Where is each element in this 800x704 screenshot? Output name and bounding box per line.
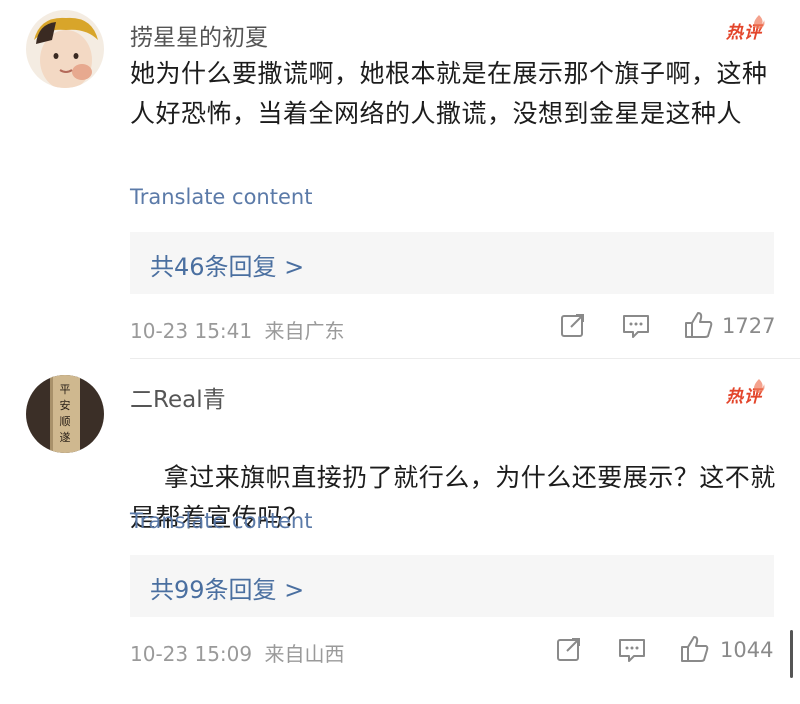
like-button[interactable] bbox=[684, 311, 714, 343]
share-button[interactable] bbox=[560, 312, 586, 342]
hot-comment-badge: 热评 bbox=[722, 378, 768, 410]
comment-icon bbox=[623, 315, 649, 338]
replies-button[interactable]: 共46条回复 > bbox=[130, 232, 774, 294]
like-icon bbox=[685, 312, 713, 338]
replies-button[interactable]: 共99条回复 > bbox=[130, 555, 774, 617]
svg-text:顺: 顺 bbox=[60, 415, 71, 428]
username[interactable]: 二Real青 bbox=[130, 380, 226, 414]
scrollbar[interactable] bbox=[790, 630, 793, 678]
share-icon bbox=[561, 314, 584, 337]
translate-link[interactable]: Translate content bbox=[130, 185, 312, 209]
svg-text:安: 安 bbox=[60, 398, 71, 412]
comment-button[interactable] bbox=[618, 637, 646, 667]
username[interactable]: 捞星星的初夏 bbox=[130, 18, 268, 52]
translate-link[interactable]: Translate content bbox=[130, 509, 312, 533]
location: 来自广东 bbox=[264, 319, 345, 343]
comment-icon bbox=[619, 639, 645, 662]
flame-icon bbox=[754, 15, 765, 29]
flame-icon bbox=[754, 379, 765, 393]
timestamp: 10-23 15:09 bbox=[130, 642, 253, 666]
like-button[interactable] bbox=[680, 635, 710, 667]
svg-text:平: 平 bbox=[60, 383, 71, 396]
like-icon bbox=[681, 636, 709, 662]
comment-button[interactable] bbox=[622, 313, 650, 343]
avatar[interactable]: 平 安 顺 遂 bbox=[26, 375, 104, 453]
timestamp: 10-23 15:41 bbox=[130, 319, 253, 343]
comment-text: 她为什么要撒谎啊，她根本就是在展示那个旗子啊，这种人好恐怖，当着全网络的人撒谎，… bbox=[130, 59, 768, 128]
like-count: 1044 bbox=[720, 638, 774, 662]
location: 来自山西 bbox=[264, 642, 345, 666]
like-count: 1727 bbox=[722, 314, 776, 338]
share-button[interactable] bbox=[556, 636, 582, 666]
comment-meta: 10-23 15:41 来自广东 bbox=[130, 315, 344, 344]
share-icon bbox=[557, 638, 580, 661]
hot-comment-badge: 热评 bbox=[722, 14, 768, 46]
divider bbox=[130, 358, 800, 359]
comment-meta: 10-23 15:09 来自山西 bbox=[130, 638, 344, 667]
replies-label: 共46条回复 > bbox=[150, 253, 305, 281]
replies-label: 共99条回复 > bbox=[150, 576, 305, 604]
svg-text:遂: 遂 bbox=[60, 430, 71, 444]
avatar[interactable] bbox=[26, 10, 104, 88]
